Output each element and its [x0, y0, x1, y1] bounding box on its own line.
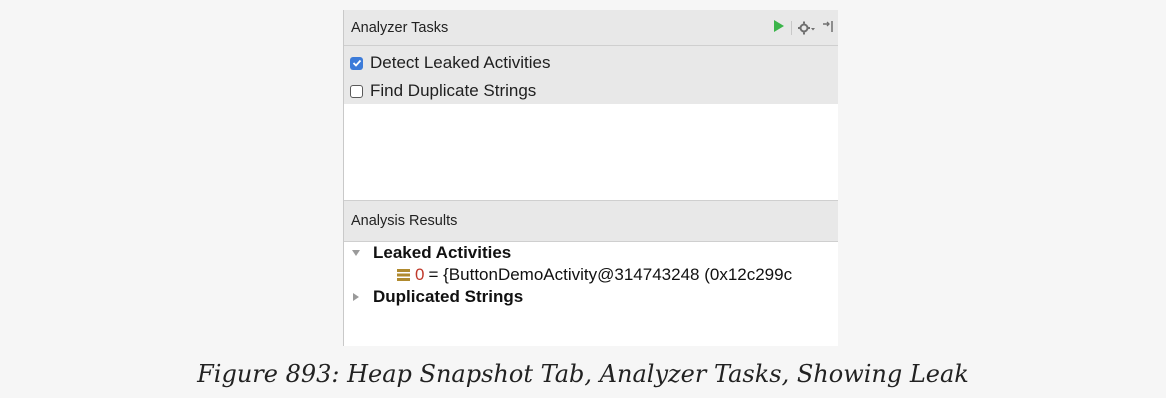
analysis-results-header: Analysis Results: [344, 201, 838, 242]
play-icon[interactable]: [773, 19, 785, 37]
tree-node-duplicated-strings[interactable]: Duplicated Strings: [344, 286, 838, 308]
task-list-empty-area: [344, 104, 838, 201]
analysis-results-title: Analysis Results: [351, 213, 458, 229]
group-label: Duplicated Strings: [373, 287, 524, 306]
heap-analyzer-panel: Analyzer Tasks Detect Leaked Activities …: [343, 10, 838, 346]
task-label: Detect Leaked Activities: [370, 53, 551, 72]
task-find-duplicate-strings[interactable]: Find Duplicate Strings: [344, 77, 838, 105]
tree-node-leaked-instance[interactable]: 0 = {ButtonDemoActivity@314743248 (0x12c…: [344, 264, 838, 286]
analyzer-tasks-header: Analyzer Tasks: [344, 10, 838, 46]
task-label: Find Duplicate Strings: [370, 81, 537, 100]
field-icon: [397, 269, 410, 281]
analyzer-tasks-title: Analyzer Tasks: [351, 19, 449, 36]
expanded-arrow-icon[interactable]: [351, 249, 361, 257]
checkbox-detect-leaked-activities[interactable]: [350, 56, 363, 70]
instance-index: 0: [415, 265, 425, 284]
toolbar-divider: [791, 21, 792, 35]
hide-panel-icon[interactable]: [822, 19, 834, 37]
collapsed-arrow-icon[interactable]: [351, 292, 361, 302]
analyzer-toolbar: [773, 10, 834, 46]
group-label: Leaked Activities: [373, 243, 512, 262]
results-tree: Leaked Activities 0 = {ButtonDemoActivit…: [344, 242, 838, 308]
task-detect-leaked-activities[interactable]: Detect Leaked Activities: [344, 49, 838, 77]
figure-caption: Figure 893: Heap Snapshot Tab, Analyzer …: [197, 360, 969, 388]
analyzer-task-list: Detect Leaked Activities Find Duplicate …: [344, 46, 838, 104]
instance-text: = {ButtonDemoActivity@314743248 (0x12c29…: [428, 265, 793, 284]
checkbox-find-duplicate-strings[interactable]: [350, 84, 363, 98]
tree-node-leaked-activities[interactable]: Leaked Activities: [344, 242, 838, 264]
gear-icon[interactable]: [798, 21, 816, 35]
